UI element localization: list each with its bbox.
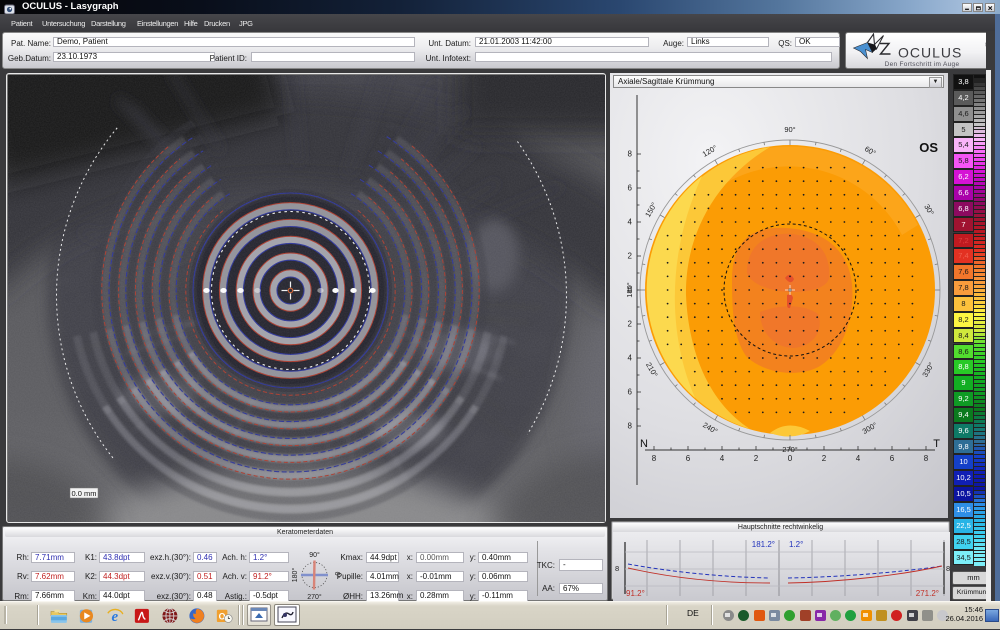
svg-text:0.0 mm: 0.0 mm — [71, 489, 96, 498]
svg-text:4: 4 — [628, 218, 633, 227]
svg-text:0: 0 — [788, 454, 793, 463]
svg-text:8: 8 — [628, 150, 633, 159]
svg-text:1.2°: 1.2° — [789, 540, 803, 549]
svg-text:e: e — [112, 609, 119, 625]
svg-text:T: T — [933, 438, 940, 450]
svg-text:8: 8 — [946, 564, 950, 573]
svg-text:270°: 270° — [782, 445, 798, 454]
svg-text:6: 6 — [628, 388, 633, 397]
svg-text:180°: 180° — [625, 282, 634, 298]
svg-text:2: 2 — [754, 454, 759, 463]
svg-text:OCULUS: OCULUS — [898, 44, 962, 60]
svg-text:4: 4 — [856, 454, 861, 463]
svg-text:6: 6 — [628, 184, 633, 193]
svg-text:Den Fortschritt im Auge: Den Fortschritt im Auge — [885, 61, 960, 68]
svg-text:8: 8 — [628, 422, 633, 431]
svg-text:2: 2 — [628, 252, 633, 261]
svg-text:2: 2 — [822, 454, 827, 463]
svg-text:91.2°: 91.2° — [626, 589, 645, 598]
svg-text:4: 4 — [628, 354, 633, 363]
svg-text:2: 2 — [628, 320, 633, 329]
svg-text:271.2°: 271.2° — [916, 589, 939, 598]
svg-text:8: 8 — [924, 454, 929, 463]
svg-text:OS: OS — [919, 140, 938, 155]
svg-text:181.2°: 181.2° — [752, 540, 775, 549]
svg-text:N: N — [640, 438, 648, 450]
svg-text:4: 4 — [720, 454, 725, 463]
svg-text:8: 8 — [652, 454, 657, 463]
svg-text:8: 8 — [615, 564, 619, 573]
svg-text:6: 6 — [890, 454, 895, 463]
svg-text:6: 6 — [686, 454, 691, 463]
svg-text:90°: 90° — [784, 125, 795, 134]
